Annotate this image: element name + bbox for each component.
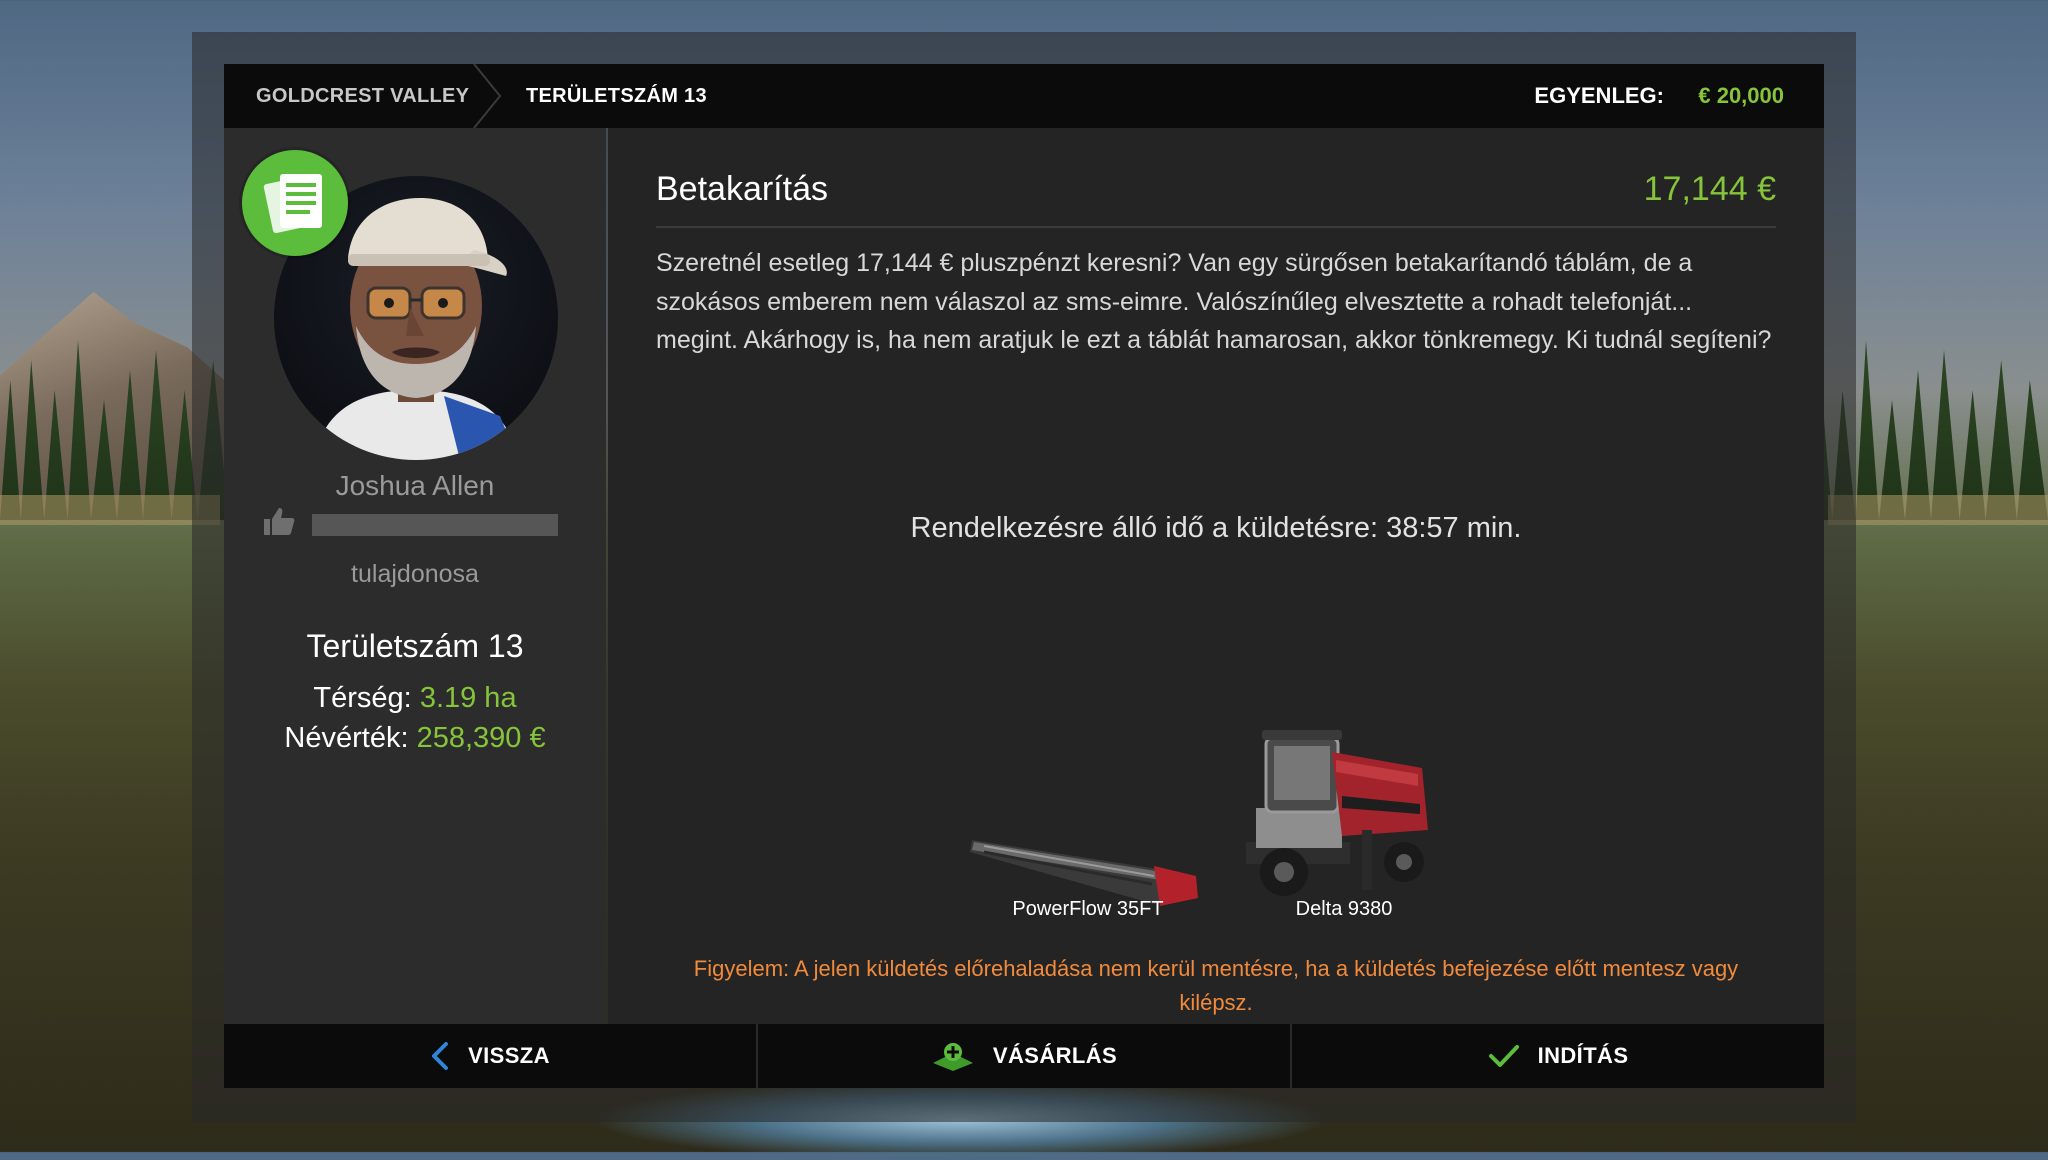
reputation-bar [312, 514, 558, 536]
thumbs-up-icon [264, 508, 295, 535]
bottom-bar: VISSZA VÁSÁRLÁS INDÍTÁS [224, 1024, 1824, 1088]
mission-reward: 17,144 € [1643, 170, 1776, 208]
checkmark-icon [1488, 1045, 1519, 1067]
field-price: Névérték: 258,390 € [224, 722, 606, 755]
back-button-label: VISSZA [468, 1043, 550, 1068]
combine-harvester-icon [1246, 730, 1428, 896]
field-area-value: 3.19 ha [419, 682, 517, 714]
title-divider [656, 226, 1776, 228]
buy-button[interactable]: VÁSÁRLÁS [756, 1024, 1290, 1088]
mission-time-remaining: Rendelkezésre álló idő a küldetésre: 38:… [910, 512, 1522, 544]
mission-warning: Figyelem: A jelen küldetés előrehaladása… [693, 956, 1739, 1015]
npc-name: Joshua Allen [335, 470, 495, 501]
vehicle-label-header: PowerFlow 35FT [1012, 898, 1164, 920]
balance-value: € 20,000 [1698, 83, 1784, 108]
field-price-value: 258,390 € [416, 722, 546, 754]
header-icon [970, 840, 1198, 906]
background-field-right [1828, 495, 2048, 525]
mission-description: Szeretnél esetleg 17,144 € pluszpénzt ke… [656, 249, 1772, 354]
start-button[interactable]: INDÍTÁS [1290, 1024, 1824, 1088]
background-field-left [0, 495, 220, 525]
breadcrumb-map[interactable]: GOLDCREST VALLEY [256, 64, 469, 128]
start-button-label: INDÍTÁS [1537, 1043, 1629, 1068]
buy-button-label: VÁSÁRLÁS [992, 1043, 1118, 1068]
field-price-label: Névérték: [284, 722, 409, 754]
breadcrumb-separator-icon [473, 64, 502, 128]
back-button[interactable]: VISSZA [224, 1024, 756, 1088]
field-title: Területszám 13 [306, 628, 524, 664]
balance-label: EGYENLEG: [1534, 83, 1664, 108]
chevron-left-icon [432, 1042, 449, 1070]
field-area: Térség: 3.19 ha [224, 682, 606, 715]
mission-title: Betakarítás [656, 170, 828, 208]
contract-badge [242, 150, 348, 256]
field-area-label: Térség: [313, 682, 412, 714]
vehicle-label-combine: Delta 9380 [1295, 898, 1393, 920]
buy-shop-icon [932, 1043, 973, 1071]
breadcrumb-field: TERÜLETSZÁM 13 [526, 85, 707, 107]
contract-document-icon [263, 174, 322, 234]
npc-role: tulajdonosa [351, 560, 479, 588]
top-bar: GOLDCREST VALLEY TERÜLETSZÁM 13 EGYENLEG… [224, 64, 1824, 128]
